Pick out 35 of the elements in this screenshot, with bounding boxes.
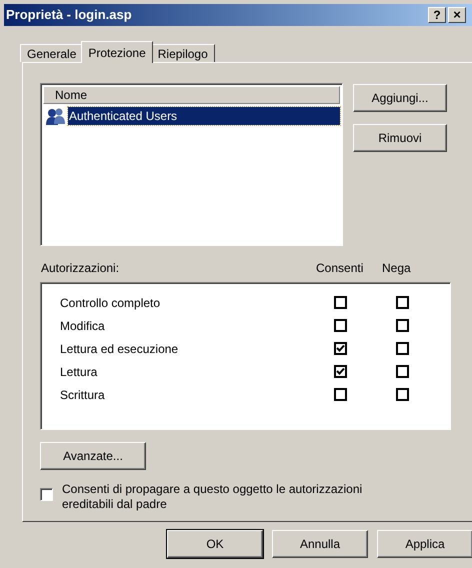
user-name[interactable]: Authenticated Users — [68, 107, 340, 125]
permission-checkbox[interactable] — [396, 319, 409, 332]
cancel-button[interactable]: Annulla — [272, 530, 368, 558]
permissions-label: Autorizzazioni: — [40, 260, 120, 277]
permission-checkbox[interactable] — [334, 296, 347, 309]
tab[interactable]: Riepilogo — [150, 44, 215, 62]
remove-button[interactable]: Rimuovi — [353, 124, 447, 152]
tab[interactable]: Generale — [20, 44, 84, 62]
permission-checkbox[interactable] — [396, 342, 409, 355]
permission-checkbox[interactable] — [334, 388, 347, 401]
permission-name: Lettura — [59, 364, 98, 380]
inherit-checkbox[interactable] — [40, 488, 53, 501]
permission-name: Lettura ed esecuzione — [59, 340, 180, 358]
advanced-button[interactable]: Avanzate... — [40, 442, 146, 470]
close-button[interactable]: × — [448, 7, 466, 23]
column-header[interactable]: Nome — [43, 86, 340, 104]
permission-checkbox[interactable] — [334, 319, 347, 332]
tab[interactable]: Protezione — [81, 41, 153, 63]
users-icon — [45, 107, 67, 125]
inherit-label: Consenti di propagare a questo oggetto le autorizzazioni ereditabili dal padre — [62, 482, 364, 512]
permission-name: Scrittura — [59, 386, 106, 404]
apply-button[interactable]: Applica — [377, 530, 472, 558]
column-header: Nega — [382, 260, 411, 277]
add-button[interactable]: Aggiungi... — [353, 84, 447, 112]
permission-checkbox[interactable] — [334, 365, 347, 378]
permission-name: Modifica — [59, 318, 106, 334]
permission-checkbox[interactable] — [334, 342, 347, 355]
window-title: Proprietà - login.asp — [6, 6, 132, 24]
ok-button[interactable]: OK — [167, 530, 263, 558]
help-button[interactable]: ? — [428, 7, 446, 23]
permission-checkbox[interactable] — [396, 388, 409, 401]
permission-name: Controllo completo — [59, 294, 162, 312]
permission-checkbox[interactable] — [396, 365, 409, 378]
permission-checkbox[interactable] — [396, 296, 409, 309]
column-header: Consenti — [316, 260, 364, 277]
